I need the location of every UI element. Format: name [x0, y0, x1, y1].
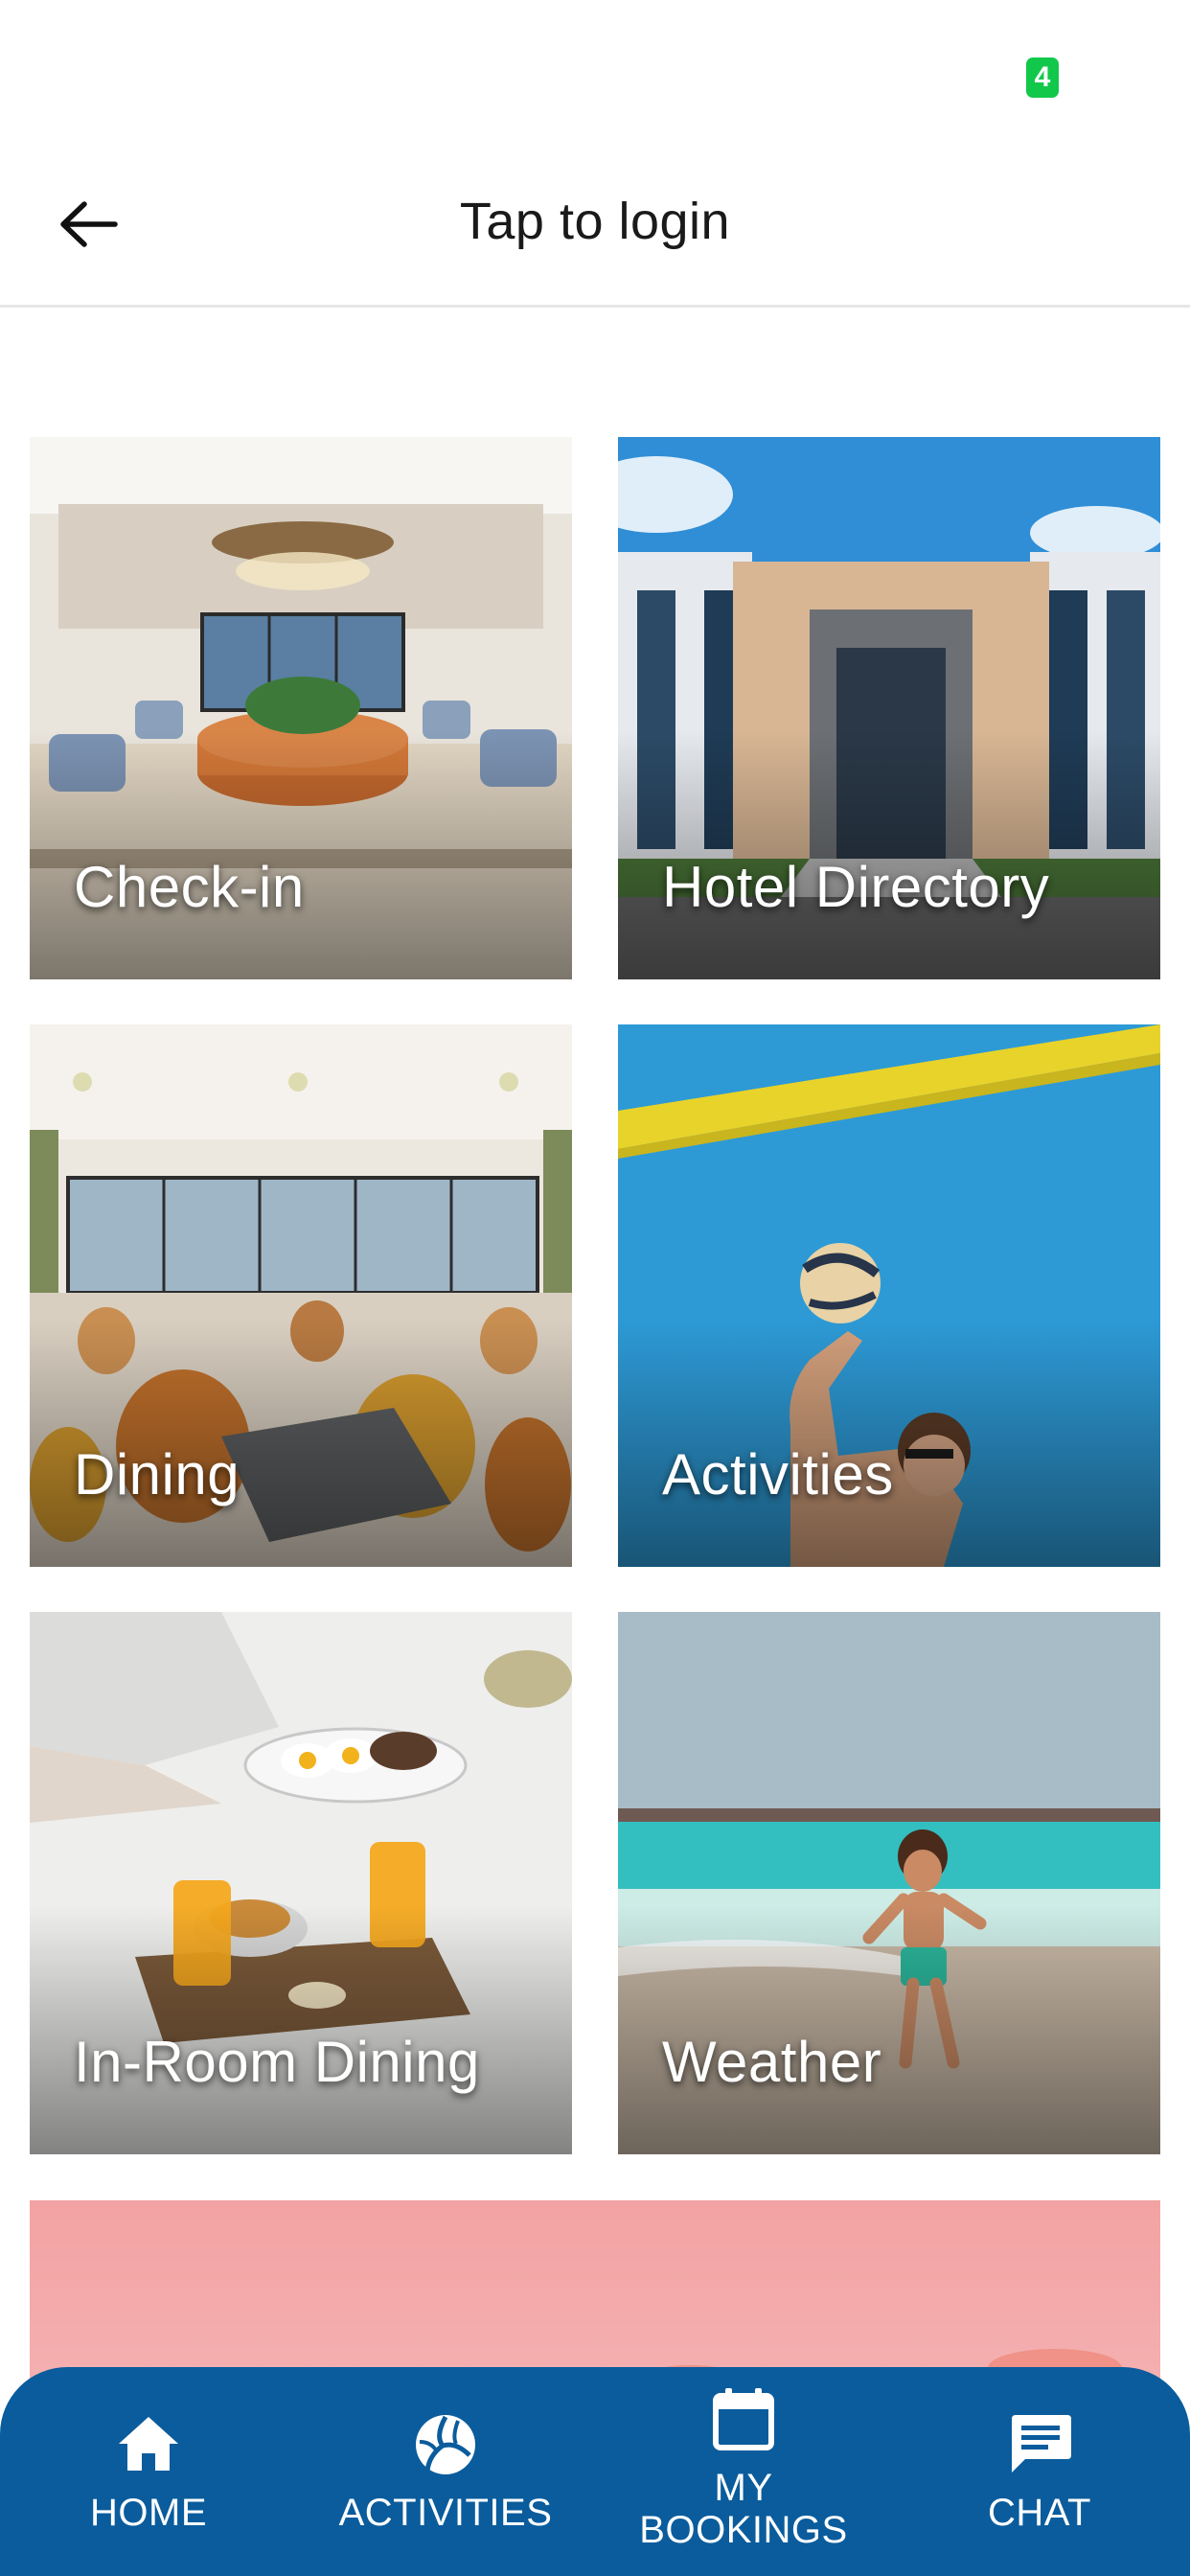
bottom-navigation: HOME ACTIVITIES MY BOOKINGS CHAT — [0, 2367, 1190, 2576]
nav-item-chat[interactable]: CHAT — [915, 2367, 1164, 2576]
nav-label-activities: ACTIVITIES — [338, 2492, 553, 2534]
header: Tap to login — [0, 144, 1190, 308]
home-icon — [119, 2417, 178, 2471]
status-badge: 4 — [1026, 58, 1059, 98]
tile-activities[interactable]: Activities — [618, 1024, 1160, 1567]
nav-label-chat: CHAT — [988, 2492, 1091, 2534]
tile-label: Dining — [74, 1442, 240, 1506]
nav-label-bookings: BOOKINGS — [639, 2509, 848, 2551]
nav-item-my-bookings[interactable]: MY BOOKINGS — [619, 2367, 868, 2576]
tile-label: In-Room Dining — [74, 2030, 480, 2094]
page-title[interactable]: Tap to login — [0, 192, 1190, 251]
nav-label-my: MY — [714, 2467, 773, 2509]
tile-label: Activities — [662, 1442, 894, 1506]
tile-label: Check-in — [74, 855, 305, 919]
nav-item-activities[interactable]: ACTIVITIES — [321, 2367, 570, 2576]
status-bar: 4 — [0, 0, 1190, 144]
tile-dining[interactable]: Dining — [30, 1024, 572, 1567]
tile-label: Weather — [662, 2030, 882, 2094]
tile-in-room-dining[interactable]: In-Room Dining — [30, 1612, 572, 2154]
tile-weather[interactable]: Weather — [618, 1612, 1160, 2154]
tile-hotel-directory[interactable]: Hotel Directory — [618, 437, 1160, 979]
nav-item-home[interactable]: HOME — [24, 2367, 273, 2576]
volleyball-icon — [416, 2415, 475, 2474]
tile-check-in[interactable]: Check-in — [30, 437, 572, 979]
nav-label-home: HOME — [90, 2492, 207, 2534]
chat-icon — [1012, 2415, 1071, 2472]
calendar-icon — [713, 2388, 774, 2450]
tile-label: Hotel Directory — [662, 855, 1050, 919]
